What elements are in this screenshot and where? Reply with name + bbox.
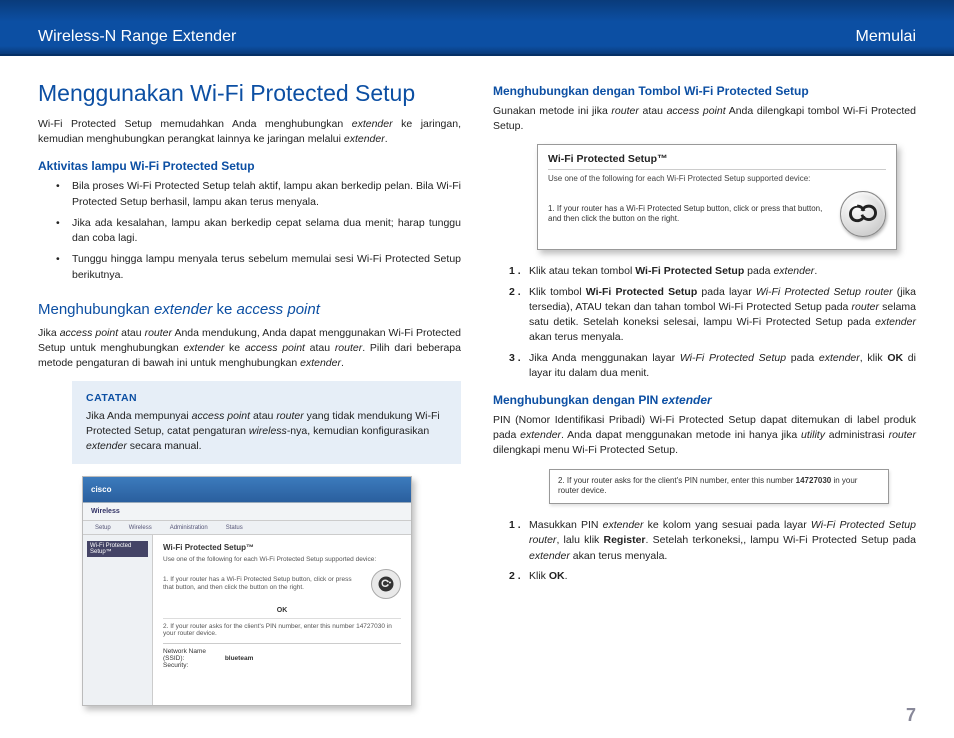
connect-heading: Menghubungkan extender ke access point <box>38 301 461 318</box>
activity-list: Bila proses Wi-Fi Protected Setup telah … <box>38 179 461 282</box>
pin-steps: Masukkan PIN extender ke kolom yang sesu… <box>509 518 916 584</box>
wps-icon <box>840 191 886 237</box>
pin-heading: Menghubungkan dengan PIN extender <box>493 393 916 407</box>
wps-button-heading: Menghubungkan dengan Tombol Wi-Fi Protec… <box>493 84 916 98</box>
list-item: Masukkan PIN extender ke kolom yang sesu… <box>509 518 916 564</box>
wps-dialog-sub: Use one of the following for each Wi-Fi … <box>548 174 886 183</box>
list-item: Klik atau tekan tombol Wi-Fi Protected S… <box>509 264 916 279</box>
header-left: Wireless-N Range Extender <box>38 28 236 46</box>
left-column: Menggunakan Wi-Fi Protected Setup Wi-Fi … <box>38 80 461 728</box>
admin-screenshot: cisco Wireless Setup Wireless Administra… <box>82 476 412 706</box>
wps-icon <box>371 569 401 599</box>
header-right: Memulai <box>856 28 916 46</box>
activity-heading: Aktivitas lampu Wi-Fi Protected Setup <box>38 159 461 173</box>
note-title: CATATAN <box>86 391 447 406</box>
pin-dialog: 2. If your router asks for the client's … <box>549 469 889 505</box>
fig-main: Wi-Fi Protected Setup™ Use one of the fo… <box>153 535 411 705</box>
wps-button-paragraph: Gunakan metode ini jika router atau acce… <box>493 104 916 134</box>
fig-sidebar: Wi-Fi Protected Setup™ <box>83 535 153 705</box>
pin-paragraph: PIN (Nomor Identifikasi Pribadi) Wi-Fi P… <box>493 413 916 459</box>
wps-dialog: Wi-Fi Protected Setup™ Use one of the fo… <box>537 144 897 250</box>
page-number: 7 <box>906 705 916 726</box>
wps-steps: Klik atau tekan tombol Wi-Fi Protected S… <box>509 264 916 381</box>
wps-dialog-title: Wi-Fi Protected Setup™ <box>548 153 886 170</box>
list-item: Jika ada kesalahan, lampu akan berkedip … <box>60 216 461 246</box>
intro-paragraph: Wi-Fi Protected Setup memudahkan Anda me… <box>38 117 461 147</box>
page: Wireless-N Range Extender Memulai Menggu… <box>0 0 954 738</box>
wps-dialog-text: 1. If your router has a Wi-Fi Protected … <box>548 204 824 226</box>
fig-header: cisco <box>83 477 411 503</box>
fig-tabs: Wireless <box>83 503 411 521</box>
connect-paragraph: Jika access point atau router Anda mendu… <box>38 326 461 372</box>
header-bar: Wireless-N Range Extender Memulai <box>0 0 954 56</box>
page-title: Menggunakan Wi-Fi Protected Setup <box>38 80 461 107</box>
content: Menggunakan Wi-Fi Protected Setup Wi-Fi … <box>0 56 954 738</box>
list-item: Jika Anda menggunakan layar Wi-Fi Protec… <box>509 351 916 381</box>
right-column: Menghubungkan dengan Tombol Wi-Fi Protec… <box>493 80 916 728</box>
list-item: Tunggu hingga lampu menyala terus sebelu… <box>60 252 461 282</box>
list-item: Klik OK. <box>509 569 916 584</box>
list-item: Bila proses Wi-Fi Protected Setup telah … <box>60 179 461 209</box>
note-box: CATATAN Jika Anda mempunyai access point… <box>72 381 461 464</box>
list-item: Klik tombol Wi-Fi Protected Setup pada l… <box>509 285 916 346</box>
